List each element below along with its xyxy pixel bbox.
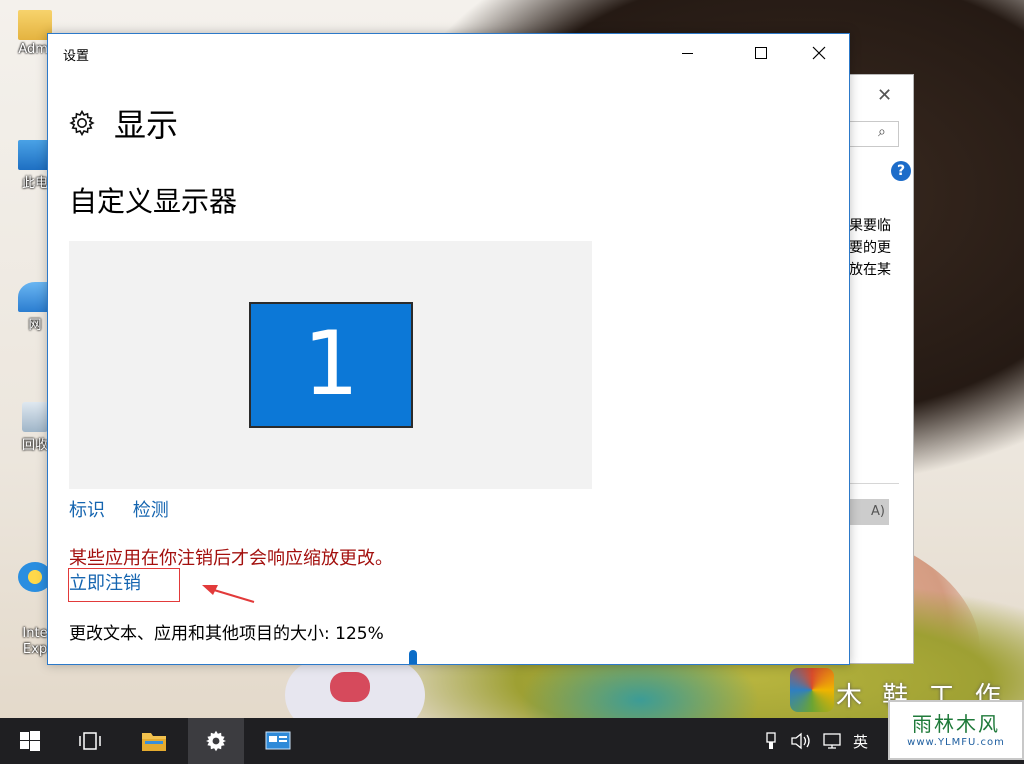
search-icon: ⌕ (878, 124, 886, 140)
monitor-tile[interactable]: 1 (249, 302, 413, 428)
apply-button[interactable]: A) (847, 499, 889, 525)
scaling-warning: 某些应用在你注销后才会响应缩放更改。 (69, 548, 393, 569)
title-bar[interactable]: 设置 (48, 34, 849, 72)
maximize-button[interactable] (738, 34, 784, 72)
identify-link[interactable]: 标识 (69, 500, 105, 521)
gear-icon (69, 109, 95, 137)
background-window-text: 果要临 要的更 放在某 (849, 218, 891, 278)
divider (847, 483, 899, 484)
display-arrangement-area: 1 (69, 241, 592, 489)
display-links: 标识 检测 (69, 496, 191, 522)
network-icon[interactable] (822, 718, 844, 764)
taskbar: 英 (0, 718, 1024, 764)
usb-icon[interactable] (764, 718, 778, 764)
close-button[interactable] (796, 34, 842, 72)
recycle-bin-icon (22, 402, 48, 432)
windows-logo-icon (20, 731, 40, 751)
window-title: 设置 (63, 49, 90, 64)
section-title: 自定义显示器 (69, 185, 238, 218)
annotation-arrow-icon (202, 585, 255, 603)
detect-link[interactable]: 检测 (133, 500, 169, 521)
task-view-button[interactable] (62, 718, 118, 764)
settings-window: 设置 显示 自定义显示器 1 标识 检测 某些应用在你注销后才会响应缩放更改。 … (47, 33, 850, 665)
annotation-box (68, 568, 180, 602)
site-watermark: 雨林木风 www.YLMFU.com (888, 700, 1024, 760)
input-language-indicator[interactable]: 英 (853, 718, 868, 764)
volume-icon[interactable] (790, 718, 812, 764)
scale-label: 更改文本、应用和其他项目的大小: 125% (69, 624, 384, 644)
scale-slider-thumb[interactable] (409, 650, 417, 664)
page-title: 显示 (114, 106, 179, 144)
start-button[interactable] (2, 718, 58, 764)
help-icon[interactable]: ? (891, 161, 911, 181)
control-panel-icon (265, 731, 291, 750)
minimize-icon (681, 52, 693, 54)
file-explorer-button[interactable] (126, 718, 182, 764)
settings-taskbar-button[interactable] (188, 718, 244, 764)
maximize-icon (755, 47, 767, 59)
minimize-button[interactable] (664, 34, 710, 72)
wallpaper-logo (790, 668, 834, 712)
close-icon (812, 46, 826, 60)
close-icon[interactable]: ✕ (877, 85, 892, 106)
control-panel-button[interactable] (250, 718, 306, 764)
folder-icon (142, 733, 166, 751)
page-header: 显示 (68, 100, 178, 146)
task-view-icon (79, 732, 101, 750)
search-box[interactable]: ⌕ (847, 121, 899, 147)
gear-icon (206, 730, 226, 752)
